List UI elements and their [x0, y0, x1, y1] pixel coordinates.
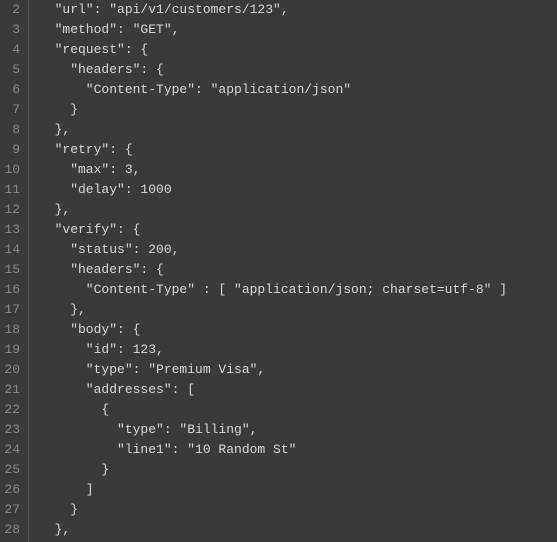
code-line[interactable]: }, [39, 300, 507, 320]
line-number: 2 [4, 0, 20, 20]
line-number: 16 [4, 280, 20, 300]
code-line[interactable]: ] [39, 480, 507, 500]
line-number: 24 [4, 440, 20, 460]
code-line[interactable]: "Content-Type": "application/json" [39, 80, 507, 100]
code-line[interactable]: "type": "Billing", [39, 420, 507, 440]
line-number: 9 [4, 140, 20, 160]
line-number: 25 [4, 460, 20, 480]
line-number: 15 [4, 260, 20, 280]
line-number: 14 [4, 240, 20, 260]
code-line[interactable]: "headers": { [39, 260, 507, 280]
code-line[interactable]: }, [39, 200, 507, 220]
code-line[interactable]: }, [39, 120, 507, 140]
line-number: 18 [4, 320, 20, 340]
line-number: 20 [4, 360, 20, 380]
code-line[interactable]: "addresses": [ [39, 380, 507, 400]
line-number: 6 [4, 80, 20, 100]
code-line[interactable]: "retry": { [39, 140, 507, 160]
code-line[interactable]: } [39, 100, 507, 120]
code-line[interactable]: "type": "Premium Visa", [39, 360, 507, 380]
code-line[interactable]: "verify": { [39, 220, 507, 240]
line-number: 11 [4, 180, 20, 200]
line-number: 4 [4, 40, 20, 60]
code-line[interactable]: }, [39, 520, 507, 540]
line-number: 21 [4, 380, 20, 400]
code-line[interactable]: "request": { [39, 40, 507, 60]
line-number: 13 [4, 220, 20, 240]
line-number: 17 [4, 300, 20, 320]
line-number-gutter: 2345678910111213141516171819202122232425… [0, 0, 28, 542]
code-line[interactable]: "method": "GET", [39, 20, 507, 40]
line-number: 7 [4, 100, 20, 120]
code-line[interactable]: "url": "api/v1/customers/123", [39, 0, 507, 20]
code-line[interactable]: "id": 123, [39, 340, 507, 360]
code-line[interactable]: } [39, 500, 507, 520]
line-number: 10 [4, 160, 20, 180]
line-number: 26 [4, 480, 20, 500]
line-number: 3 [4, 20, 20, 40]
code-line[interactable]: { [39, 400, 507, 420]
line-number: 23 [4, 420, 20, 440]
code-line[interactable]: "max": 3, [39, 160, 507, 180]
code-line[interactable]: "line1": "10 Random St" [39, 440, 507, 460]
code-area[interactable]: "url": "api/v1/customers/123", "method":… [29, 0, 507, 542]
code-line[interactable]: "body": { [39, 320, 507, 340]
code-editor[interactable]: 2345678910111213141516171819202122232425… [0, 0, 557, 542]
line-number: 19 [4, 340, 20, 360]
line-number: 27 [4, 500, 20, 520]
line-number: 22 [4, 400, 20, 420]
code-line[interactable]: "status": 200, [39, 240, 507, 260]
line-number: 5 [4, 60, 20, 80]
code-line[interactable]: "Content-Type" : [ "application/json; ch… [39, 280, 507, 300]
code-line[interactable]: "delay": 1000 [39, 180, 507, 200]
code-line[interactable]: } [39, 460, 507, 480]
code-line[interactable]: "headers": { [39, 60, 507, 80]
line-number: 28 [4, 520, 20, 540]
line-number: 12 [4, 200, 20, 220]
line-number: 8 [4, 120, 20, 140]
